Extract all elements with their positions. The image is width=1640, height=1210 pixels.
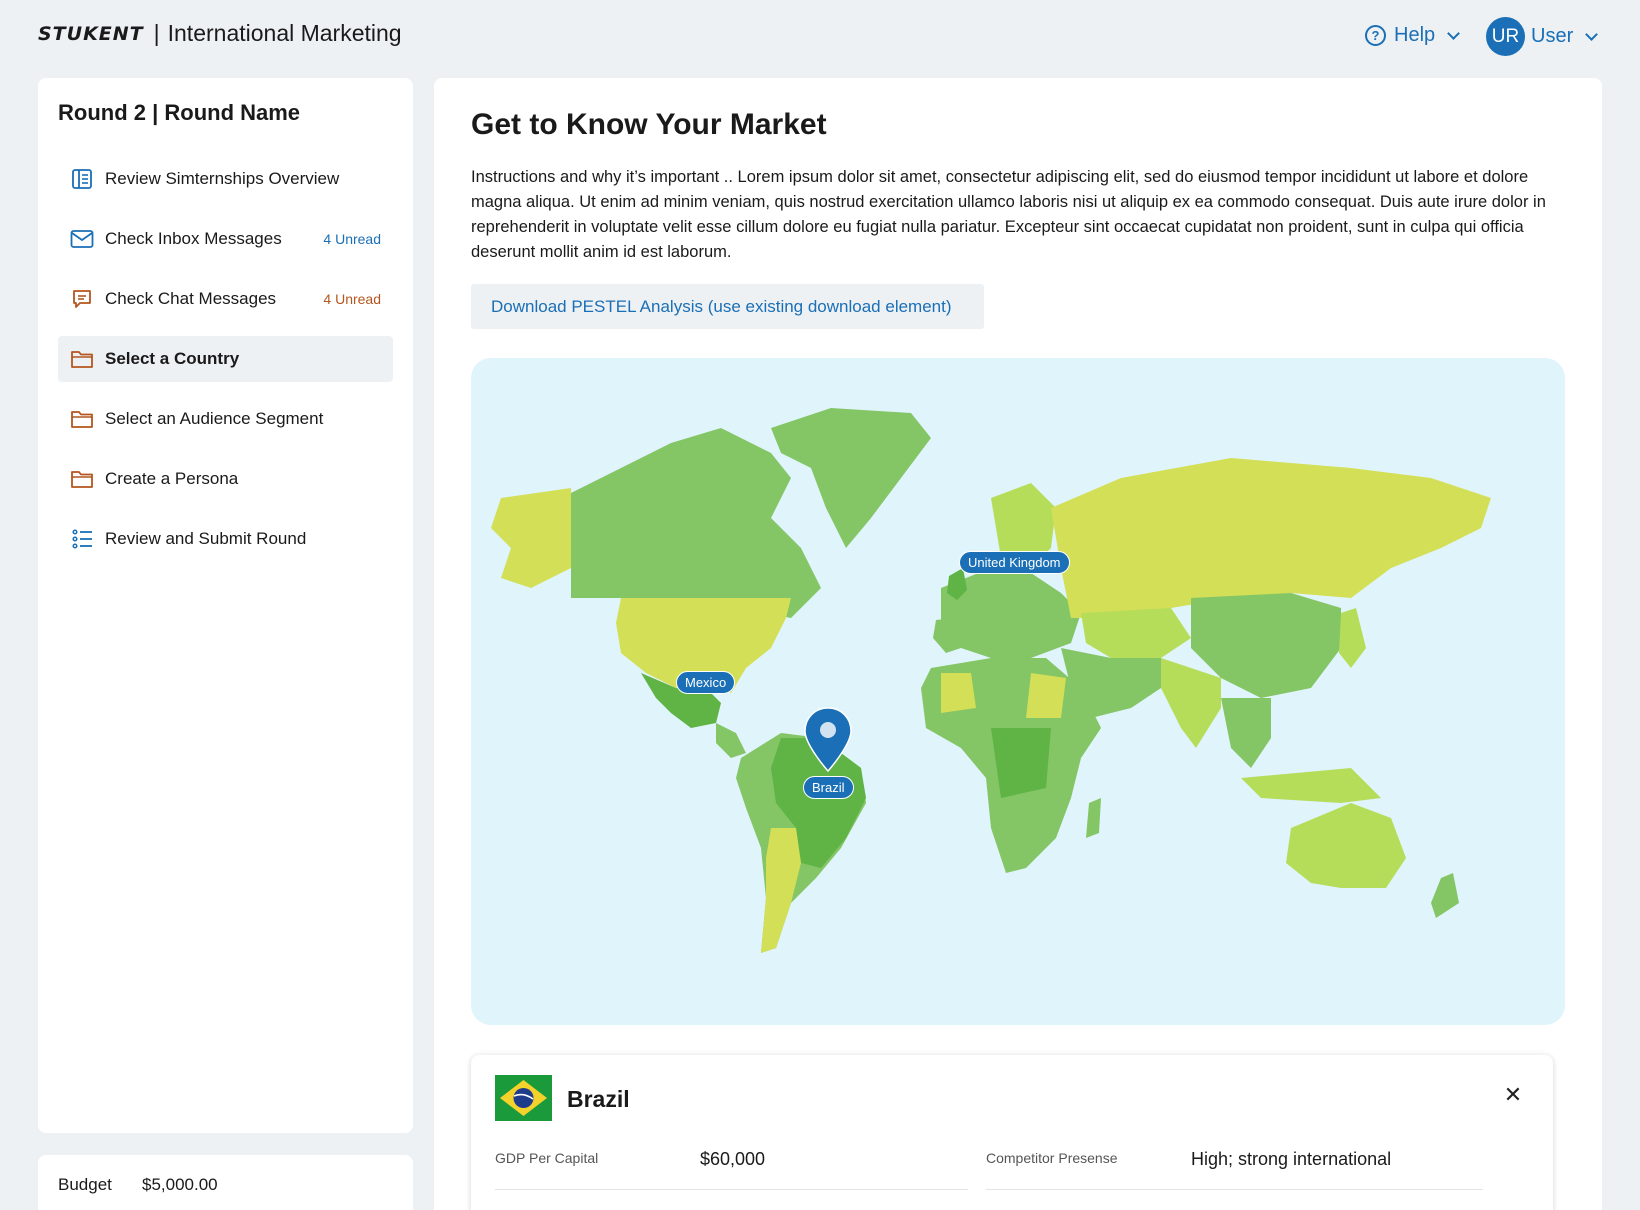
region-indonesia [1241, 768, 1381, 803]
region-north-africa-a [941, 673, 976, 713]
region-africa-central [991, 728, 1051, 798]
folder-icon [70, 347, 94, 371]
region-greenland [771, 408, 931, 548]
budget-panel: Budget $5,000.00 [38, 1155, 413, 1210]
user-menu[interactable]: UR User [1486, 17, 1599, 56]
user-label: User [1531, 25, 1574, 47]
region-central-asia [1081, 608, 1191, 658]
sidebar-item-label: Check Inbox Messages [105, 229, 282, 248]
sidebar-item-create-persona[interactable]: Create a Persona [58, 456, 393, 502]
region-north-africa-b [1026, 673, 1066, 718]
sidebar: Round 2 | Round Name Review Simternships… [38, 78, 413, 1133]
list-icon [70, 527, 94, 551]
brand-separator: | [153, 20, 160, 46]
round-title: Round 2 | Round Name [58, 100, 301, 125]
region-alaska [491, 488, 571, 588]
top-bar: STUKENT | International Marketing ? Help… [0, 0, 1640, 74]
sidebar-item-simternships-overview[interactable]: Review Simternships Overview [58, 156, 393, 202]
brazil-flag-icon [495, 1075, 552, 1121]
chevron-down-icon [1585, 27, 1599, 41]
sidebar-item-label: Review and Submit Round [105, 529, 307, 548]
sidebar-item-audience-segment[interactable]: Select an Audience Segment [58, 396, 393, 442]
main-panel: Get to Know Your Market Instructions and… [434, 78, 1602, 1210]
folder-icon [70, 467, 94, 491]
sidebar-item-label: Check Chat Messages [105, 289, 277, 308]
divider [986, 1189, 1483, 1190]
budget-value: $5,000.00 [142, 1175, 218, 1194]
chevron-down-icon [1447, 26, 1461, 40]
app-title: International Marketing [167, 20, 402, 46]
sidebar-item-chat[interactable]: Check Chat Messages 4 Unread [58, 276, 393, 322]
sidebar-item-label: Review Simternships Overview [105, 169, 340, 188]
help-icon: ? [1365, 25, 1386, 46]
sidebar-item-inbox[interactable]: Check Inbox Messages 4 Unread [58, 216, 393, 262]
stat-value-competitor: High; strong international [1191, 1149, 1392, 1169]
sidebar-item-label: Select an Audience Segment [105, 409, 324, 428]
book-icon [70, 167, 94, 191]
country-card: Brazil ✕ GDP Per Capital $60,000 Competi… [471, 1055, 1553, 1210]
stat-label-gdp: GDP Per Capital [495, 1150, 599, 1166]
close-icon[interactable]: ✕ [1503, 1084, 1523, 1106]
folder-icon [70, 407, 94, 431]
sidebar-item-review-submit[interactable]: Review and Submit Round [58, 516, 393, 562]
region-canada [571, 428, 821, 618]
intro-text: Instructions and why it’s important .. L… [471, 168, 1546, 261]
sidebar-nav: Review Simternships Overview Check Inbox… [58, 156, 393, 576]
region-australia [1286, 803, 1406, 888]
brand: STUKENT | International Marketing [38, 20, 402, 47]
country-name: Brazil [567, 1086, 630, 1112]
sidebar-item-label: Select a Country [105, 349, 240, 368]
map-label-mexico[interactable]: Mexico [676, 671, 736, 694]
region-new-zealand [1431, 873, 1459, 918]
region-madagascar [1086, 798, 1101, 838]
region-se-asia [1221, 698, 1271, 768]
world-map[interactable]: United Kingdom Mexico Brazil [471, 358, 1565, 1025]
map-label-brazil[interactable]: Brazil [803, 776, 854, 799]
region-japan [1339, 608, 1366, 668]
stat-label-competitor: Competitor Presense [986, 1150, 1118, 1166]
divider [495, 1189, 968, 1190]
sidebar-item-label: Create a Persona [105, 469, 239, 488]
budget-label: Budget [58, 1175, 112, 1194]
world-map-svg [491, 408, 1491, 953]
stukent-logo[interactable]: STUKENT [38, 23, 144, 45]
page-title: Get to Know Your Market [471, 108, 827, 141]
sidebar-item-select-country[interactable]: Select a Country [58, 336, 393, 382]
region-india [1161, 658, 1221, 748]
unread-badge: 4 Unread [323, 291, 381, 307]
map-label-uk[interactable]: United Kingdom [959, 551, 1070, 574]
help-menu[interactable]: ? Help [1365, 24, 1461, 47]
region-central-america [716, 723, 746, 758]
help-label: Help [1394, 24, 1436, 46]
download-pestel-button[interactable]: Download PESTEL Analysis (use existing d… [471, 284, 984, 329]
unread-badge: 4 Unread [323, 231, 381, 247]
mail-icon [70, 227, 94, 251]
stat-value-gdp: $60,000 [700, 1149, 766, 1169]
chat-icon [70, 287, 94, 311]
avatar: UR [1486, 17, 1525, 56]
